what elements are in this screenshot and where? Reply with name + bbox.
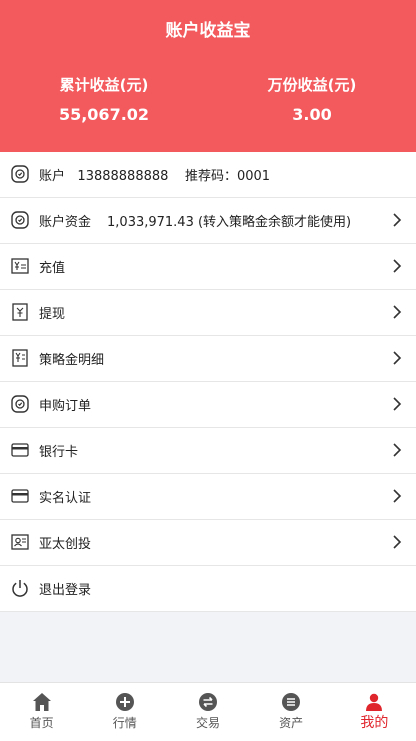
plus-circle-icon [115,693,134,711]
recharge-label: 充值 [39,261,66,276]
bank-card-row[interactable]: 银行卡 [0,428,416,474]
chevron-right-icon [393,397,402,411]
total-income-value: 55,067.02 [58,105,150,124]
wallet-icon [11,211,29,229]
chevron-right-icon [393,535,402,549]
asia-venture-row[interactable]: 亚太创投 [0,520,416,566]
card-icon [11,443,29,457]
referral-label: 推荐码： [184,169,237,184]
document-yen-icon [12,349,28,367]
strategy-label: 策略金明细 [39,353,105,368]
tab-trade-label: 交易 [195,716,220,730]
recharge-row[interactable]: 充值 [0,244,416,290]
tab-assets-label: 资产 [279,716,304,730]
tab-market[interactable]: 行情 [83,683,166,741]
per-10k-income-label: 万份收益(元) [267,76,357,94]
account-label-group: 账户 13888888888 推荐码：0001 [39,165,270,184]
chevron-right-icon [393,351,402,365]
content-spacer [0,612,416,682]
asia-label: 亚太创投 [39,537,92,552]
withdraw-label: 提现 [39,307,66,322]
account-menu: 账户 13888888888 推荐码：0001 账户资金 1,033,971.43… [0,152,416,612]
per-10k-income-value: 3.00 [292,105,332,124]
tab-mine-label: 我的 [360,715,389,731]
tab-market-label: 行情 [112,716,137,730]
user-icon [366,693,383,711]
income-header: 账户收益宝 累计收益(元) 55,067.02 万份收益(元) 3.00 [0,0,416,152]
account-number: 13888888888 [77,169,169,184]
logout-row[interactable]: 退出登录 [0,566,416,612]
bottom-tab-bar: 首页 行情 交易 资产 我的 [0,682,416,741]
order-icon [11,395,29,413]
logout-label: 退出登录 [39,583,92,598]
id-card-icon [11,489,29,503]
total-income-stat: 累计收益(元) 55,067.02 [0,74,208,124]
tab-home[interactable]: 首页 [0,683,83,741]
per-10k-income-stat: 万份收益(元) 3.00 [208,74,416,124]
account-icon [11,165,29,183]
real-name-auth-row[interactable]: 实名认证 [0,474,416,520]
referral-code: 0001 [236,169,271,184]
page-title: 账户收益宝 [165,21,251,41]
chevron-right-icon [393,213,402,227]
account-label: 账户 [39,169,66,184]
funds-label-group: 账户资金 1,033,971.43 (转入策略金余额才能使用) [39,211,351,230]
profile-card-icon [11,534,29,550]
strategy-details-row[interactable]: 策略金明细 [0,336,416,382]
tab-assets[interactable]: 资产 [250,683,333,741]
exchange-icon [198,693,217,711]
withdraw-icon [12,303,28,321]
tab-home-label: 首页 [29,716,54,730]
bankcard-label: 银行卡 [39,445,79,460]
home-icon [32,693,51,711]
yen-card-icon [11,258,29,274]
chevron-right-icon [393,489,402,503]
chevron-right-icon [393,443,402,457]
list-circle-icon [282,693,301,711]
tab-trade[interactable]: 交易 [166,683,249,741]
chevron-right-icon [393,305,402,319]
chevron-right-icon [393,259,402,273]
orders-label: 申购订单 [39,399,92,414]
total-income-label: 累计收益(元) [59,76,149,94]
tab-mine[interactable]: 我的 [333,683,416,741]
account-row: 账户 13888888888 推荐码：0001 [0,152,416,198]
power-icon [12,580,28,597]
purchase-orders-row[interactable]: 申购订单 [0,382,416,428]
funds-value: 1,033,971.43 (转入策略金余额才能使用) [107,215,352,230]
account-funds-row[interactable]: 账户资金 1,033,971.43 (转入策略金余额才能使用) [0,198,416,244]
realname-label: 实名认证 [39,491,92,506]
withdraw-row[interactable]: 提现 [0,290,416,336]
funds-label: 账户资金 [39,215,92,230]
